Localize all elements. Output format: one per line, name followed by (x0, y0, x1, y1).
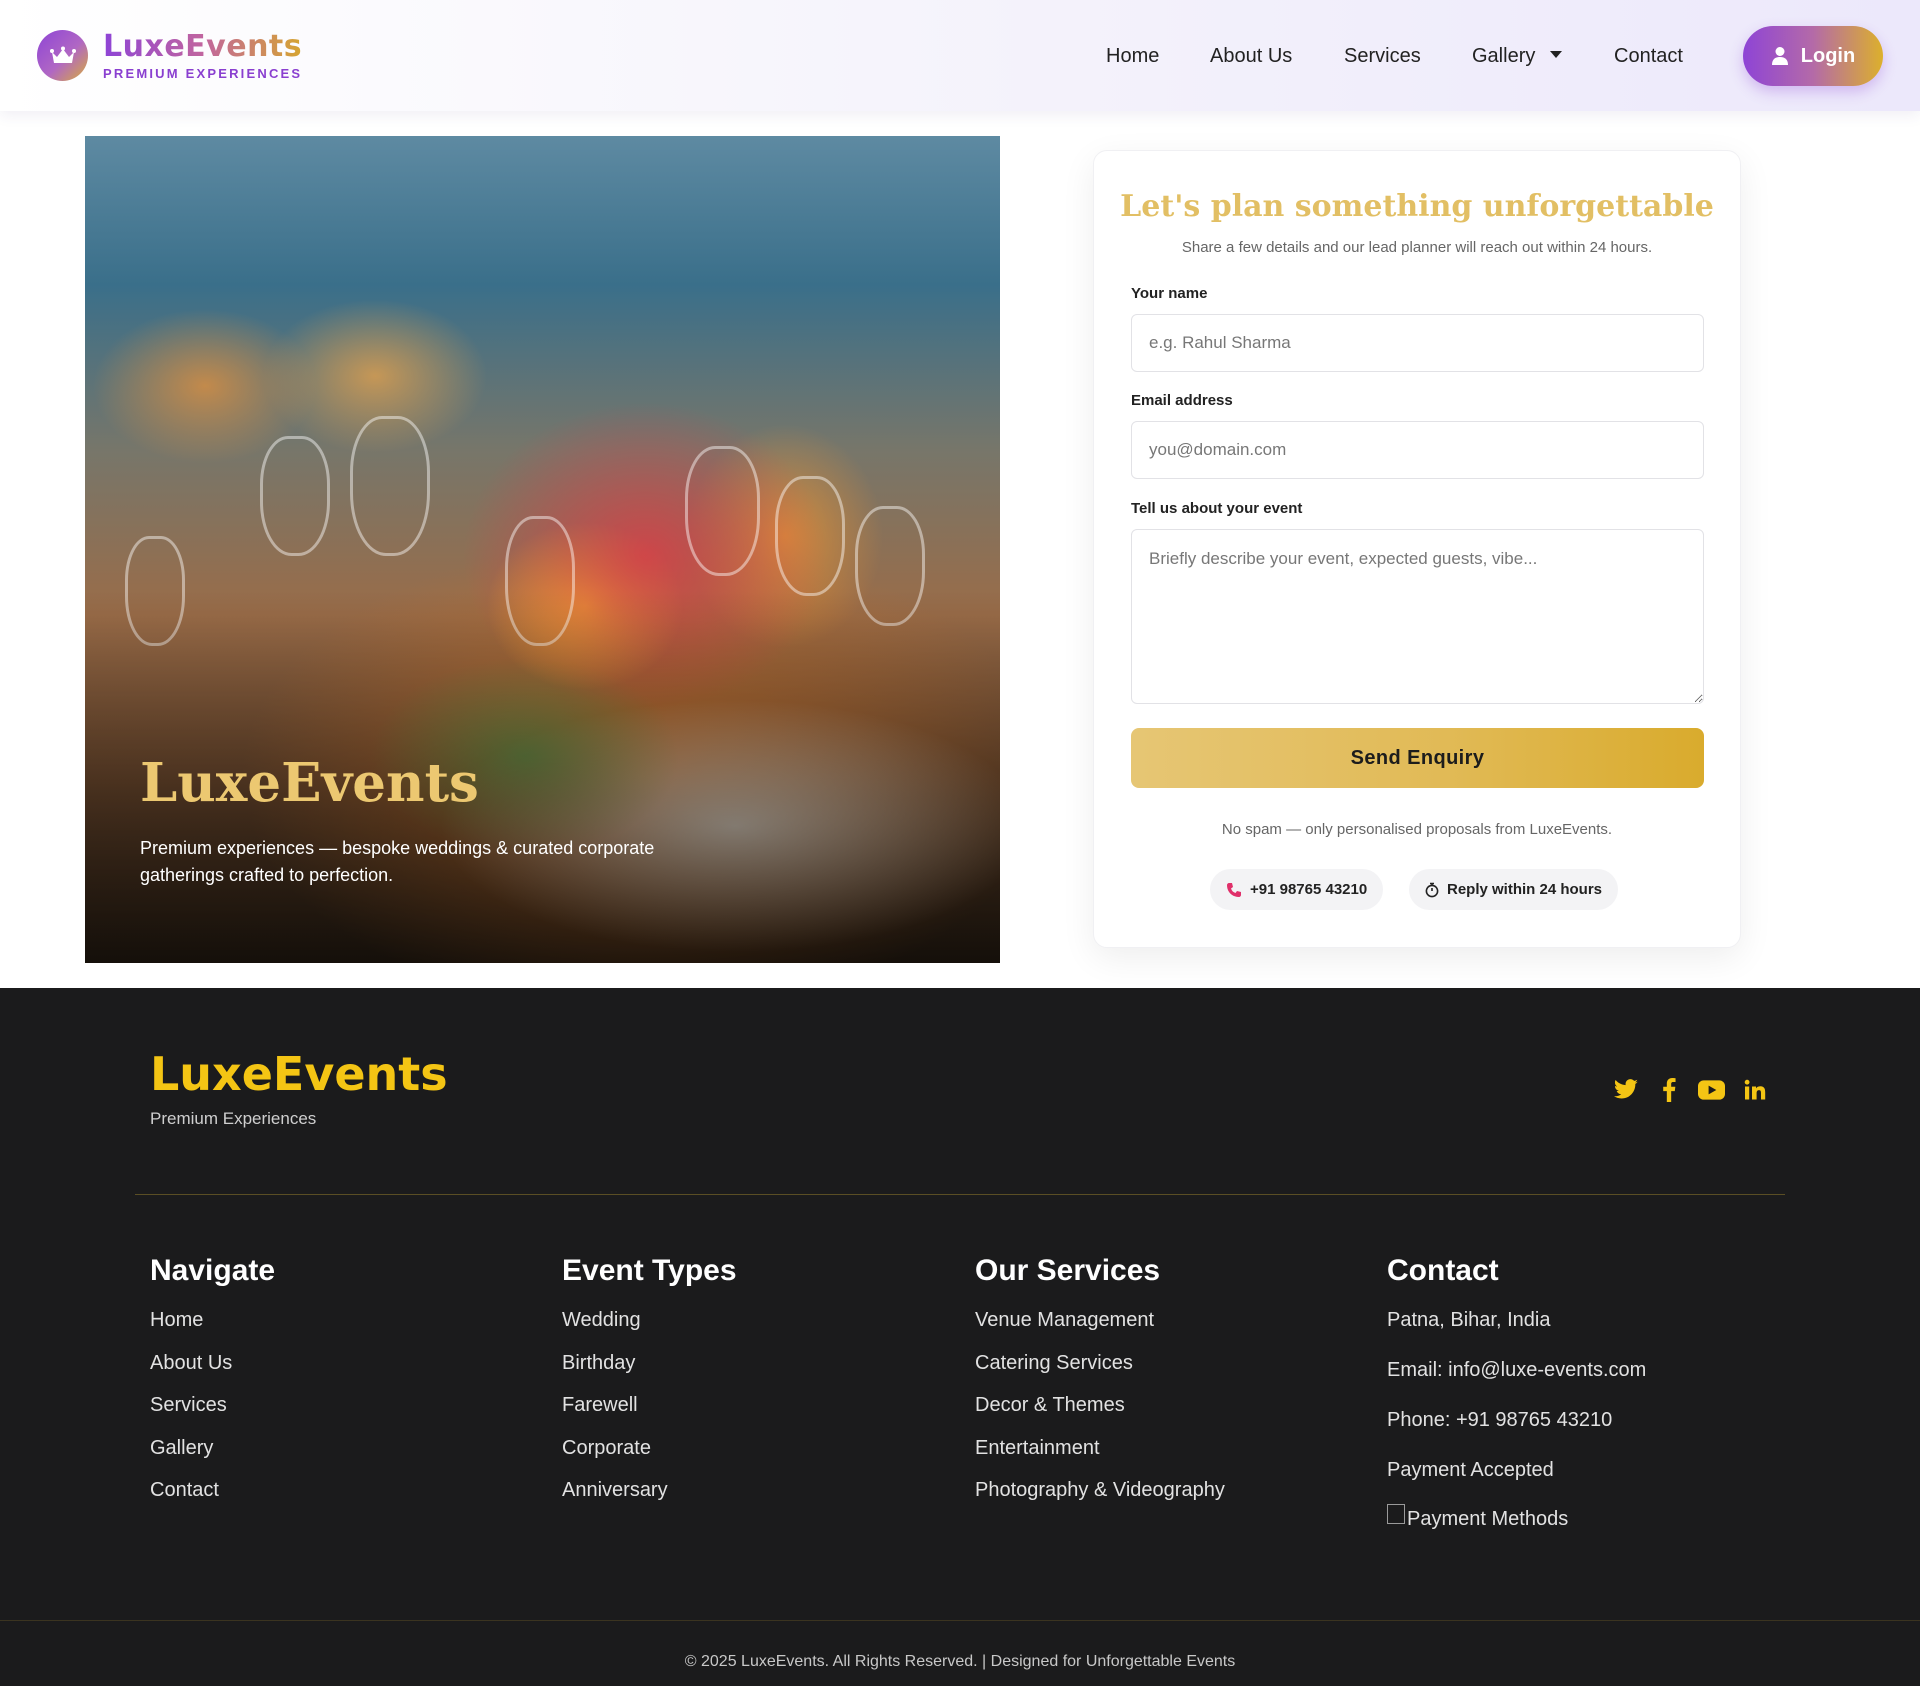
footer-link-venue-management[interactable]: Venue Management (975, 1308, 1225, 1332)
nav-gallery[interactable]: Gallery (1472, 44, 1563, 68)
nav-gallery-label: Gallery (1472, 45, 1536, 67)
footer-link-wedding[interactable]: Wedding (562, 1308, 737, 1332)
send-enquiry-button[interactable]: Send Enquiry (1131, 728, 1704, 788)
footer-brand: LuxeEvents (150, 1047, 448, 1101)
footer-phone[interactable]: Phone: +91 98765 43210 (1387, 1408, 1646, 1432)
footer-link-birthday[interactable]: Birthday (562, 1351, 737, 1375)
footer-link-corporate[interactable]: Corporate (562, 1436, 737, 1460)
form-title: Let's plan something unforgettable (1120, 189, 1714, 224)
footer-col-title: Navigate (150, 1254, 276, 1287)
footer-link-anniversary[interactable]: Anniversary (562, 1478, 737, 1502)
hero-description: Premium experiences — bespoke weddings &… (140, 838, 655, 885)
user-icon (1771, 47, 1788, 65)
copyright: © 2025 LuxeEvents. All Rights Reserved. … (684, 1653, 1236, 1670)
nav-contact[interactable]: Contact (1614, 44, 1683, 68)
footer-link-catering[interactable]: Catering Services (975, 1351, 1225, 1375)
brand-logo[interactable]: LuxeEvents PREMIUM EXPERIENCES (37, 30, 302, 81)
brand-name: LuxeEvents (103, 29, 303, 64)
event-label: Tell us about your event (1131, 500, 1303, 517)
footer-col-event-types: Event Types Wedding Birthday Farewell Co… (562, 1254, 737, 1521)
event-textarea[interactable] (1131, 529, 1704, 704)
footer-link-gallery[interactable]: Gallery (150, 1436, 275, 1460)
reply-chip-label: Reply within 24 hours (1447, 881, 1603, 898)
login-button[interactable]: Login (1743, 26, 1883, 86)
footer-link-photography[interactable]: Photography & Videography (975, 1478, 1225, 1502)
enquiry-form-card: Let's plan something unforgettable Share… (1093, 150, 1741, 948)
crown-icon (37, 30, 88, 81)
broken-image-icon (1387, 1503, 1405, 1524)
footer-bottom-divider (0, 1620, 1920, 1621)
hero-image: LuxeEvents Premium experiences — bespoke… (85, 136, 1000, 963)
payment-methods-alt: Payment Methods (1407, 1508, 1569, 1530)
email-input[interactable] (1131, 421, 1704, 479)
footer-col-navigate: Navigate Home About Us Services Gallery … (150, 1254, 275, 1521)
site-header: LuxeEvents PREMIUM EXPERIENCES Home Abou… (0, 0, 1920, 111)
footer-link-services[interactable]: Services (150, 1393, 275, 1417)
footer-link-home[interactable]: Home (150, 1308, 275, 1332)
login-label: Login (1800, 44, 1856, 67)
footer-address: Patna, Bihar, India (1387, 1309, 1551, 1331)
footer-link-farewell[interactable]: Farewell (562, 1393, 737, 1417)
phone-chip[interactable]: +91 98765 43210 (1210, 869, 1384, 910)
site-footer: LuxeEvents Premium Experiences Navigate … (0, 988, 1920, 1686)
linkedin-icon[interactable] (1741, 1076, 1768, 1103)
footer-tagline: Premium Experiences (150, 1109, 317, 1128)
nav-home[interactable]: Home (1106, 44, 1159, 68)
footer-col-title: Event Types (562, 1254, 737, 1287)
footer-link-about-us[interactable]: About Us (150, 1351, 275, 1375)
footer-email[interactable]: Email: info@luxe-events.com (1387, 1358, 1646, 1382)
footer-divider (135, 1194, 1785, 1195)
payment-methods-image: Payment Methods (1387, 1503, 1646, 1531)
footer-col-title: Contact (1387, 1254, 1499, 1287)
twitter-icon[interactable] (1612, 1076, 1639, 1103)
form-note: No spam — only personalised proposals fr… (1221, 821, 1613, 838)
nav-services[interactable]: Services (1344, 44, 1421, 68)
name-label: Your name (1131, 285, 1208, 302)
stopwatch-icon (1425, 882, 1439, 897)
footer-col-title: Our Services (975, 1254, 1161, 1287)
footer-link-entertainment[interactable]: Entertainment (975, 1436, 1225, 1460)
youtube-icon[interactable] (1698, 1076, 1725, 1103)
hero-title: LuxeEvents (140, 752, 479, 814)
footer-link-contact[interactable]: Contact (150, 1478, 275, 1502)
name-input[interactable] (1131, 314, 1704, 372)
footer-col-contact: Contact Patna, Bihar, India Email: info@… (1387, 1254, 1646, 1531)
footer-link-decor[interactable]: Decor & Themes (975, 1393, 1225, 1417)
email-label: Email address (1131, 392, 1233, 409)
reply-chip: Reply within 24 hours (1409, 869, 1619, 910)
facebook-icon[interactable] (1655, 1076, 1682, 1103)
phone-chip-label: +91 98765 43210 (1250, 881, 1368, 898)
nav-about-us[interactable]: About Us (1210, 44, 1292, 68)
social-links (1612, 1076, 1768, 1103)
footer-col-our-services: Our Services Venue Management Catering S… (975, 1254, 1225, 1521)
footer-payment-label: Payment Accepted (1387, 1459, 1554, 1481)
brand-tagline: PREMIUM EXPERIENCES (103, 66, 303, 81)
phone-icon (1227, 882, 1241, 897)
form-subtitle: Share a few details and our lead planner… (1181, 239, 1653, 256)
chevron-down-icon (1550, 51, 1563, 59)
